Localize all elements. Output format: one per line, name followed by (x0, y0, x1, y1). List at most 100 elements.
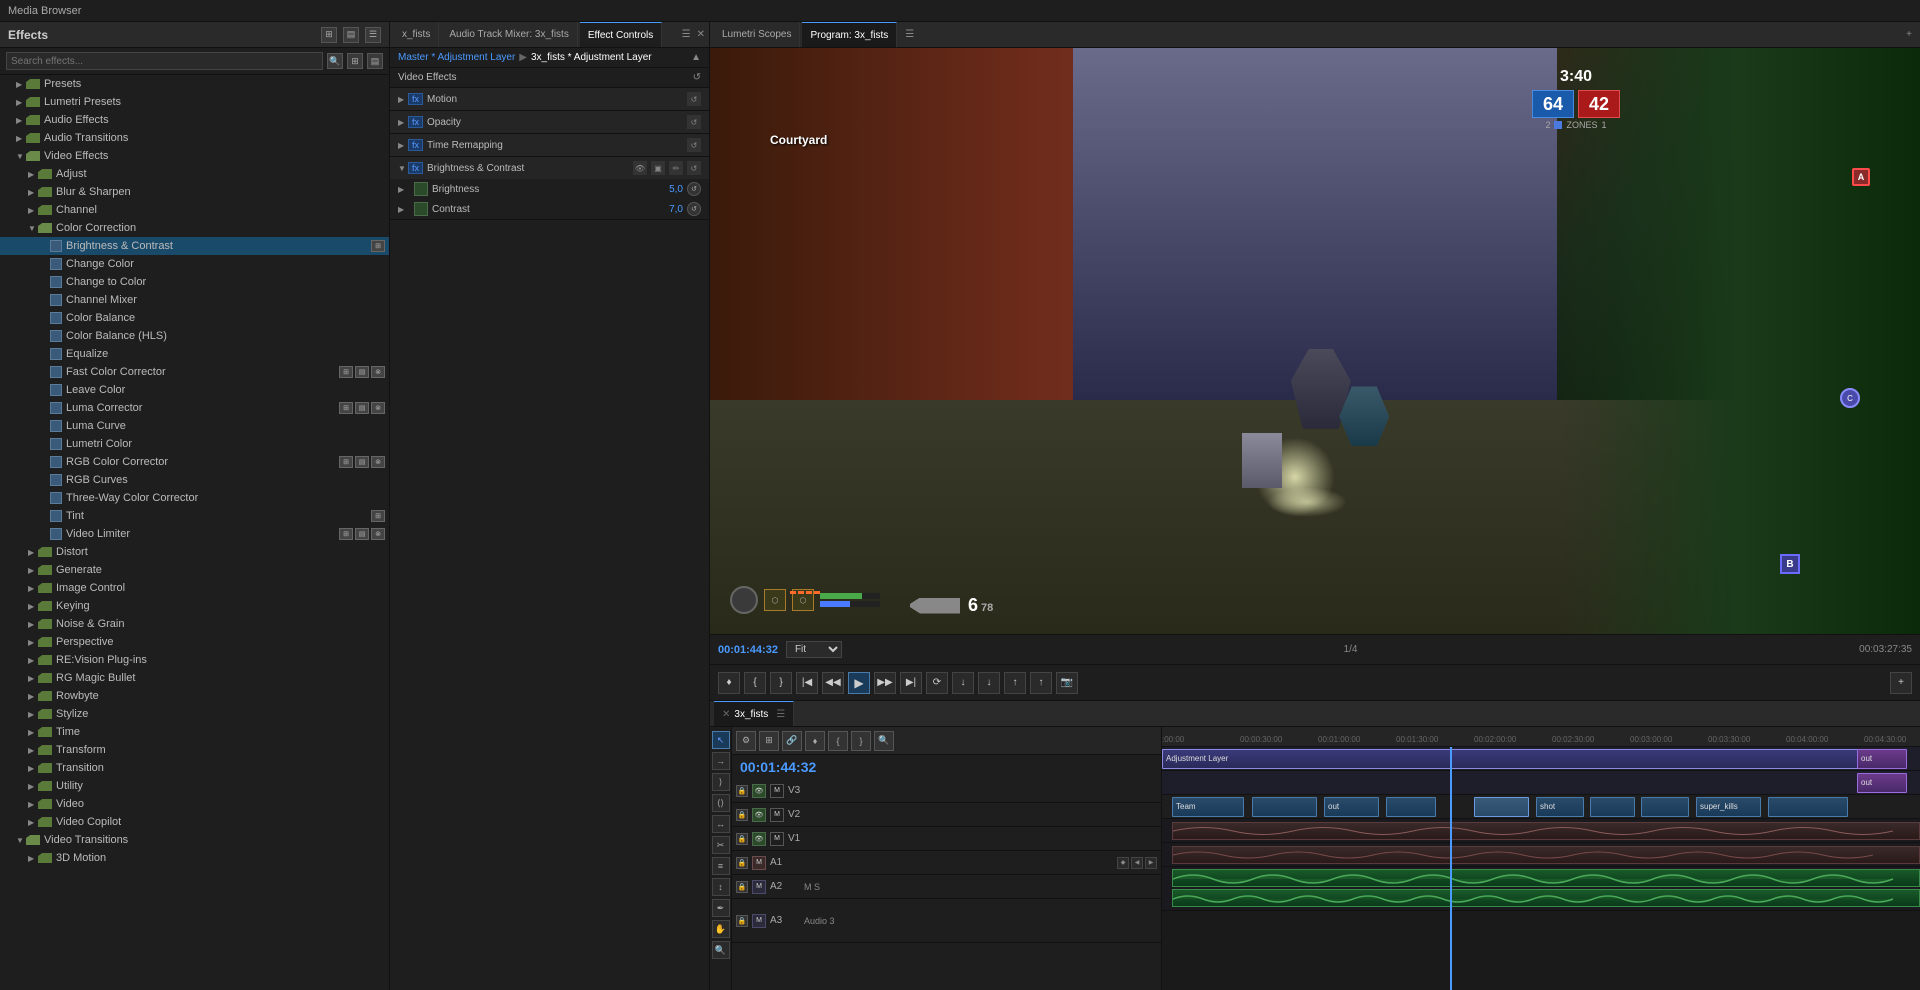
v3-eye-btn[interactable]: 👁 (752, 784, 766, 798)
fit-selector[interactable]: Fit 100% 50% (786, 641, 842, 658)
linked-selection-btn[interactable]: 🔗 (782, 731, 802, 751)
tree-item-equalize[interactable]: Equalize (0, 345, 389, 363)
tree-item-revision[interactable]: ▶ RE:Vision Plug-ins (0, 651, 389, 669)
close-panel-btn[interactable]: ✕ (697, 29, 705, 40)
timeline-settings-btn[interactable]: ⚙ (736, 731, 756, 751)
motion-reset-icon[interactable]: ↺ (687, 92, 701, 106)
timeline-in-btn[interactable]: { (828, 731, 848, 751)
contrast-enable-toggle[interactable] (414, 202, 428, 216)
tree-item-rgb-color[interactable]: RGB Color Corrector ⊞ ▤ ⊗ (0, 453, 389, 471)
a2-mute-btn[interactable]: M (752, 880, 766, 894)
team-clip[interactable]: Team (1172, 797, 1244, 817)
search-input[interactable] (6, 52, 323, 70)
track-select-btn[interactable]: → (712, 752, 730, 770)
out-point-btn[interactable]: } (770, 672, 792, 694)
insert-btn[interactable]: ↓ (952, 672, 974, 694)
new-bin-icon[interactable]: ⊞ (321, 27, 337, 43)
tree-item-channel[interactable]: ▶ Channel (0, 201, 389, 219)
tree-item-fast-color[interactable]: Fast Color Corrector ⊞ ▤ ⊗ (0, 363, 389, 381)
tree-item-color-correction[interactable]: ▼ Color Correction (0, 219, 389, 237)
add-btn[interactable]: + (1890, 672, 1912, 694)
tree-item-transform[interactable]: ▶ Transform (0, 741, 389, 759)
clip-6[interactable] (1590, 797, 1635, 817)
bc-header[interactable]: ▼ fx Brightness & Contrast 👁 ▣ ✏ ↺ (390, 157, 709, 179)
tree-item-image-control[interactable]: ▶ Image Control (0, 579, 389, 597)
v2-eye-btn[interactable]: 👁 (752, 808, 766, 822)
tree-item-lumetri-presets[interactable]: ▶ Lumetri Presets (0, 93, 389, 111)
bc-frame-icon[interactable]: ▣ (651, 161, 665, 175)
tree-item-rg-magic[interactable]: ▶ RG Magic Bullet (0, 669, 389, 687)
super-kills-clip[interactable]: super_kills (1696, 797, 1761, 817)
ripple-edit-btn[interactable]: ⟩ (712, 773, 730, 791)
breadcrumb-right[interactable]: 3x_fists * Adjustment Layer (531, 52, 652, 63)
v2-mute-btn[interactable]: M (770, 808, 784, 822)
rolling-edit-btn[interactable]: ⟨⟩ (712, 794, 730, 812)
tree-item-video-transitions[interactable]: ▼ Video Transitions (0, 831, 389, 849)
clip-7[interactable] (1641, 797, 1689, 817)
tree-item-generate[interactable]: ▶ Generate (0, 561, 389, 579)
tree-item-tint[interactable]: Tint ⊞ (0, 507, 389, 525)
search-icon[interactable]: 🔍 (327, 53, 343, 69)
timeline-search-btn[interactable]: 🔍 (874, 731, 894, 751)
tree-item-rgb-curves[interactable]: RGB Curves (0, 471, 389, 489)
step-forward-btn[interactable]: ▶▶ (874, 672, 896, 694)
tree-item-video-effects[interactable]: ▼ Video Effects (0, 147, 389, 165)
tree-item-change-color[interactable]: Change Color (0, 255, 389, 273)
tree-item-audio-transitions[interactable]: ▶ Audio Transitions (0, 129, 389, 147)
selection-tool-btn[interactable]: ↖ (712, 731, 730, 749)
tree-item-keying[interactable]: ▶ Keying (0, 597, 389, 615)
reset-all-btn[interactable]: ↺ (693, 72, 701, 83)
v3-lock-btn[interactable]: 🔒 (736, 785, 748, 797)
scroll-up-btn[interactable]: ▲ (691, 52, 701, 63)
tree-item-three-way[interactable]: Three-Way Color Corrector (0, 489, 389, 507)
tree-item-rowbyte[interactable]: ▶ Rowbyte (0, 687, 389, 705)
v3-out-clip[interactable]: out (1857, 749, 1907, 769)
loop-btn[interactable]: ⟳ (926, 672, 948, 694)
tree-item-luma-curve[interactable]: Luma Curve (0, 417, 389, 435)
add-marker-btn[interactable]: ♦ (718, 672, 740, 694)
clip-3[interactable] (1386, 797, 1436, 817)
overwrite-btn[interactable]: ↓ (978, 672, 1000, 694)
panel-menu-btn[interactable]: ☰ (682, 29, 691, 40)
v1-lock-btn[interactable]: 🔒 (736, 833, 748, 845)
tree-item-blur-sharpen[interactable]: ▶ Blur & Sharpen (0, 183, 389, 201)
tab-effect-controls[interactable]: Effect Controls (580, 22, 662, 47)
bc-reset-icon[interactable]: ↺ (687, 161, 701, 175)
tree-item-perspective[interactable]: ▶ Perspective (0, 633, 389, 651)
contrast-keyframe-toggle[interactable]: ▶ (398, 205, 414, 214)
zoom-tool-btn[interactable]: 🔍 (712, 941, 730, 959)
go-in-btn[interactable]: |◀ (796, 672, 818, 694)
lift-btn[interactable]: ↑ (1004, 672, 1026, 694)
extract-btn[interactable]: ↑ (1030, 672, 1052, 694)
hand-tool-btn[interactable]: ✋ (712, 920, 730, 938)
export-frame-btn[interactable]: 📷 (1056, 672, 1078, 694)
play-btn[interactable]: ▶ (848, 672, 870, 694)
tree-item-leave-color[interactable]: Leave Color (0, 381, 389, 399)
timeline-out-btn[interactable]: } (851, 731, 871, 751)
opacity-header[interactable]: ▶ fx Opacity ↺ (390, 111, 709, 133)
slip-tool-btn[interactable]: ≡ (712, 857, 730, 875)
panel-menu-icon[interactable]: ☰ (365, 27, 381, 43)
tree-item-utility[interactable]: ▶ Utility (0, 777, 389, 795)
tree-item-color-balance-hls[interactable]: Color Balance (HLS) (0, 327, 389, 345)
tree-item-noise-grain[interactable]: ▶ Noise & Grain (0, 615, 389, 633)
in-point-btn[interactable]: { (744, 672, 766, 694)
tree-item-brightness-contrast[interactable]: Brightness & Contrast ⊞ (0, 237, 389, 255)
tree-item-channel-mixer[interactable]: Channel Mixer (0, 291, 389, 309)
v2-out-clip[interactable]: out (1857, 773, 1907, 793)
tree-item-3d-motion[interactable]: ▶ 3D Motion (0, 849, 389, 867)
razor-tool-btn[interactable]: ✂ (712, 836, 730, 854)
bc-eye-icon[interactable]: 👁 (633, 161, 647, 175)
bc-edit-icon[interactable]: ✏ (669, 161, 683, 175)
v1-mute-btn[interactable]: M (770, 832, 784, 846)
time-reset-icon[interactable]: ↺ (687, 138, 701, 152)
tree-item-audio-effects[interactable]: ▶ Audio Effects (0, 111, 389, 129)
a3-mute-btn[interactable]: M (752, 914, 766, 928)
lumetri-scopes-tab[interactable]: Lumetri Scopes (714, 22, 800, 47)
brightness-reset-btn[interactable]: ↺ (687, 182, 701, 196)
out-clip-1[interactable]: out (1324, 797, 1379, 817)
a1-keyframe-btn[interactable]: ◆ (1117, 857, 1129, 869)
snap-btn[interactable]: ⊞ (759, 731, 779, 751)
v2-lock-btn[interactable]: 🔒 (736, 809, 748, 821)
tree-item-change-to-color[interactable]: Change to Color (0, 273, 389, 291)
